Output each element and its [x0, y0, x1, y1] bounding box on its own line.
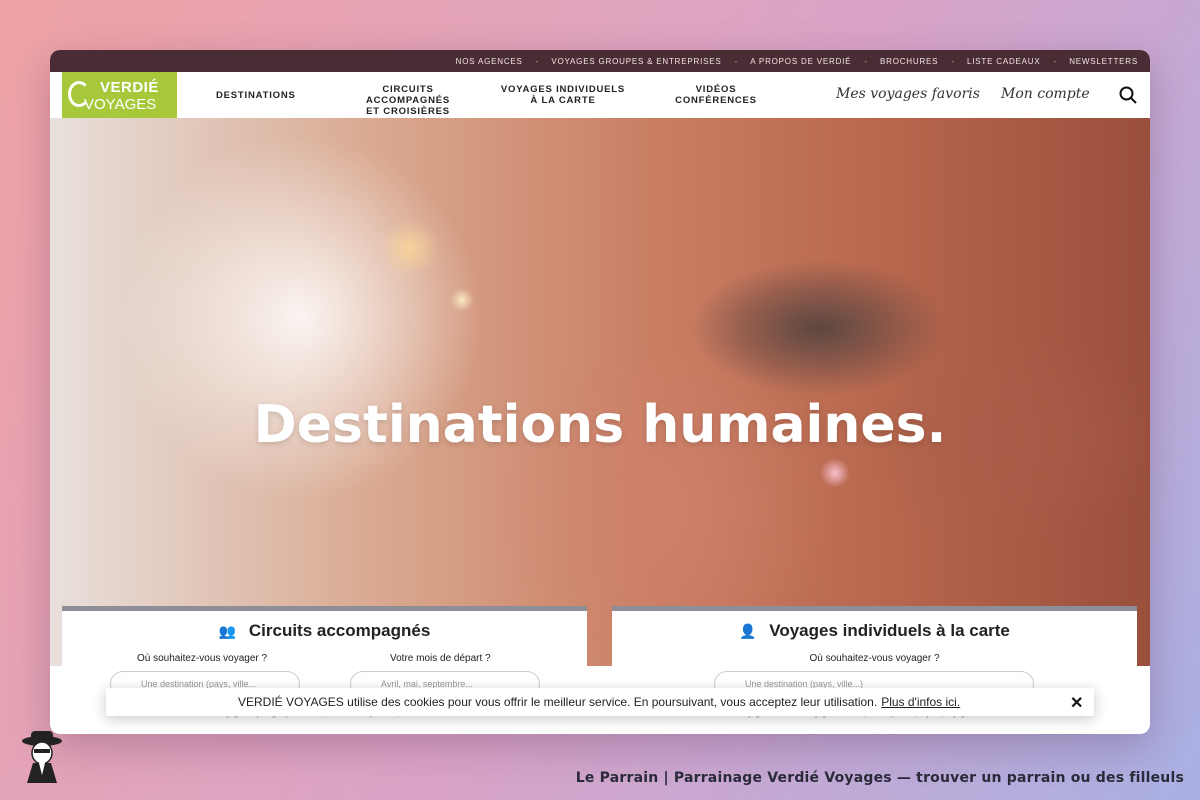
individuels-panel-title: 👤 Voyages individuels à la carte: [612, 621, 1137, 641]
nav-videos-line1: VIDÉOS: [695, 84, 737, 95]
cookie-text: VERDIÉ VOYAGES utilise des cookies pour …: [238, 695, 878, 709]
search-icon[interactable]: [1119, 86, 1137, 104]
hero-banner: Destinations humaines.: [50, 118, 1150, 666]
mascot-icon: [22, 731, 62, 783]
top-link-newsletters[interactable]: NEWSLETTERS: [1069, 57, 1138, 66]
nav-individuels-line1: VOYAGES INDIVIDUELS: [500, 84, 626, 95]
nav-compte[interactable]: Mon compte: [1001, 86, 1090, 102]
circuits-panel-title: 👥 Circuits accompagnés: [62, 621, 587, 641]
separator: -: [951, 56, 954, 66]
circuits-month-label: Votre mois de départ ?: [390, 653, 491, 664]
nav-favoris[interactable]: Mes voyages favoris: [836, 86, 980, 102]
logo-text-line2: VOYAGES: [84, 96, 157, 113]
individuels-destination-label: Où souhaitez-vous voyager ?: [809, 653, 940, 664]
logo-text-line1: VERDIÉ: [100, 79, 159, 96]
verdie-logo[interactable]: VERDIÉ VOYAGES: [62, 72, 177, 118]
cookie-more-info-link[interactable]: Plus d'infos ici.: [881, 695, 960, 709]
nav-circuits-line2: ET CROISIÈRES: [366, 106, 450, 117]
hero-title: Destinations humaines.: [253, 395, 947, 455]
nav-individuels-line2: À LA CARTE: [530, 95, 596, 106]
group-icon: 👥: [218, 623, 237, 639]
light-flare: [450, 288, 474, 312]
circuits-destination-label: Où souhaitez-vous voyager ?: [137, 653, 268, 664]
nav-individuels[interactable]: VOYAGES INDIVIDUELS À LA CARTE: [500, 84, 626, 106]
nav-destinations[interactable]: DESTINATIONS: [216, 90, 296, 101]
cookie-banner: VERDIÉ VOYAGES utilise des cookies pour …: [106, 688, 1094, 716]
circuits-panel-title-text: Circuits accompagnés: [248, 621, 431, 640]
separator: -: [864, 56, 867, 66]
nav-videos-line2: CONFÉRENCES: [675, 95, 757, 106]
browser-window: NOS AGENCES - VOYAGES GROUPES & ENTREPRI…: [50, 50, 1150, 734]
nav-circuits[interactable]: CIRCUITS ACCOMPAGNÉS ET CROISIÈRES: [340, 84, 476, 117]
top-link-agences[interactable]: NOS AGENCES: [456, 57, 523, 66]
light-flare: [820, 458, 850, 488]
top-link-brochures[interactable]: BROCHURES: [880, 57, 938, 66]
nav-circuits-line1: CIRCUITS ACCOMPAGNÉS: [365, 84, 451, 106]
main-nav: VERDIÉ VOYAGES DESTINATIONS CIRCUITS ACC…: [50, 72, 1150, 118]
close-icon[interactable]: ✕: [1070, 693, 1083, 713]
top-link-liste-cadeaux[interactable]: LISTE CADEAUX: [967, 57, 1041, 66]
top-link-a-propos[interactable]: A PROPOS DE VERDIÉ: [750, 57, 851, 66]
individuels-panel-title-text: Voyages individuels à la carte: [769, 621, 1010, 640]
light-flare: [380, 218, 440, 278]
person-icon: 👤: [739, 623, 757, 639]
top-link-groupes[interactable]: VOYAGES GROUPES & ENTREPRISES: [551, 57, 721, 66]
separator: -: [734, 56, 738, 66]
top-links-bar: NOS AGENCES - VOYAGES GROUPES & ENTREPRI…: [50, 50, 1150, 72]
nav-videos[interactable]: VIDÉOS CONFÉRENCES: [670, 84, 762, 106]
page-caption: Le Parrain | Parrainage Verdié Voyages —…: [575, 770, 1184, 786]
separator: -: [1053, 56, 1057, 66]
separator: -: [535, 56, 539, 66]
